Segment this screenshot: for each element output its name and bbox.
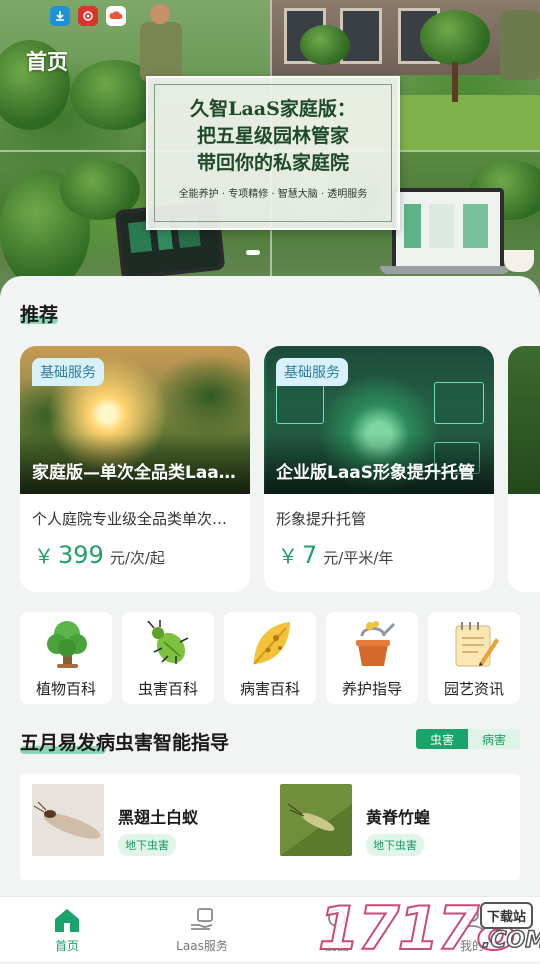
price-unit: 元/平米/年 [323,549,394,567]
tab-pest[interactable]: 虫害 [416,729,468,749]
garden-icon [328,909,346,932]
pest-list: 黑翅土白蚁 地下虫害 黄脊竹蝗 地下虫害 [20,774,520,880]
category-disease-encyclopedia[interactable]: 病害百科 [224,612,316,704]
tree-icon [47,621,87,668]
pest-name: 黄脊竹蝗 [366,808,431,827]
bamboo-locust-image [280,784,352,856]
service-badge: 基础服务 [276,358,348,386]
card-description: 形象提升托管 [276,510,367,528]
status-bar-icons [50,6,126,26]
carousel-indicator [246,250,260,255]
category-label: 病害百科 [239,680,300,698]
nav-profile[interactable]: 我的 [422,897,522,961]
category-label: 园艺资讯 [443,680,504,698]
page-title: 首页 [26,50,68,74]
user-icon [460,908,484,933]
recommend-title: 推荐 [20,304,59,326]
price-symbol: ￥ [278,544,298,568]
banner-title: 久智LaaS家庭版： 把五星级园林管家 带回你的私家庭院 [190,98,356,174]
category-grid: 植物百科 虫害百科 病害百科 养护指导 园艺资讯 [20,612,520,704]
nav-home[interactable]: 首页 [17,897,117,961]
category-label: 养护指导 [341,680,402,698]
service-hand-icon [191,908,213,930]
pest-disease-toggle: 虫害 病害 [416,729,520,749]
banner-card[interactable]: 久智LaaS家庭版： 把五星级园林管家 带回你的私家庭院 全能养护 · 专项精修… [146,76,400,230]
recommend-card[interactable]: 基础服务 家庭版—单次全品类LaaS服务 个人庭院专业级全品类单次服务 ￥ 39… [20,346,250,592]
card-title: 企业版LaaS形象提升托管 [276,463,476,483]
card-description: 个人庭院专业级全品类单次服务 [32,510,238,528]
category-label: 植物百科 [35,680,96,698]
category-gardening-news[interactable]: 园艺资讯 [428,612,520,704]
banner-subtitle: 全能养护 · 专项精修 · 智慧大脑 · 透明服务 [178,189,368,200]
laptop-image [392,188,504,272]
pest-name: 黑翅土白蚁 [118,808,199,827]
card-price: ￥ 399 元/次/起 [34,540,165,569]
nav-label: 我的 [459,939,484,953]
nav-label: Laas服务 [176,939,228,953]
home-icon [55,909,79,932]
price-unit: 元/次/起 [109,549,165,567]
recommend-card[interactable]: 基础服务 企业版LaaS形象提升托管 形象提升托管 ￥ 7 元/平米/年 [264,346,494,592]
nav-label: 爱园 [324,939,349,953]
price-symbol: ￥ [34,544,54,568]
pest-tag: 地下虫害 [118,834,176,856]
category-pest-encyclopedia[interactable]: 虫害百科 [122,612,214,704]
guide-title: 五月易发病虫害智能指导 [20,732,230,754]
nav-garden[interactable]: 爱园 [287,897,387,961]
recommend-card-next[interactable] [508,346,540,592]
tab-disease[interactable]: 病害 [468,729,520,749]
bottom-navigation: 首页 Laas服务 爱园 我的 [0,896,540,961]
leaf-icon [253,622,290,665]
card-price: ￥ 7 元/平米/年 [278,540,393,569]
category-plant-encyclopedia[interactable]: 植物百科 [20,612,112,704]
pest-item[interactable]: 黄脊竹蝗 地下虫害 [280,784,500,858]
nav-laas-service[interactable]: Laas服务 [152,897,252,961]
bug-icon [147,620,189,664]
price-amount: 399 [58,541,104,569]
service-badge: 基础服务 [32,358,104,386]
cloud-icon [106,6,126,26]
price-amount: 7 [302,541,318,569]
pest-tag: 地下虫害 [366,834,424,856]
nav-label: 首页 [54,939,79,953]
app-icon [78,6,98,26]
carousel-dot-active [246,250,260,255]
category-label: 虫害百科 [137,680,198,698]
notepad-icon [455,622,499,667]
download-icon [50,6,70,26]
termite-image [32,784,104,856]
pest-item[interactable]: 黑翅土白蚁 地下虫害 [32,784,252,858]
watering-can-icon [356,621,396,666]
hero-banner[interactable]: 首页 久智LaaS家庭版： 把五星级园林管家 带回你的私家庭院 全能养护 · 专… [0,0,540,300]
card-title: 家庭版—单次全品类LaaS服务 [32,463,240,483]
category-care-guide[interactable]: 养护指导 [326,612,418,704]
